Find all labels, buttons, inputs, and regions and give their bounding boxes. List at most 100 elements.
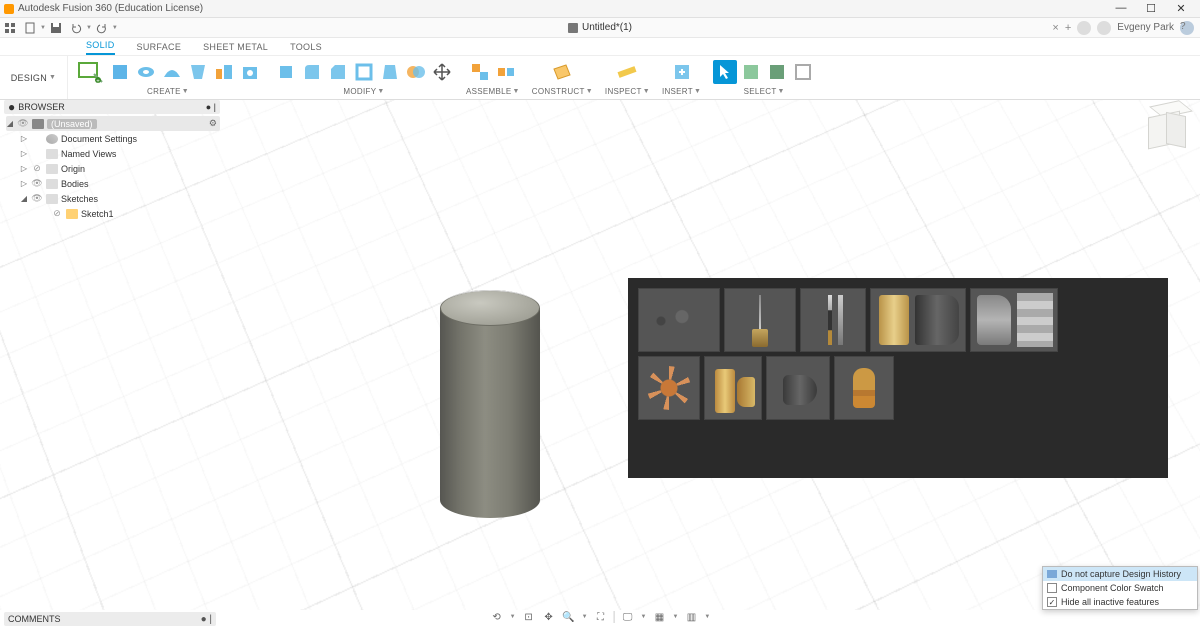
display-settings-icon[interactable]: 🖵 (621, 610, 635, 624)
measure-icon[interactable] (615, 60, 639, 84)
ref-thumb-1[interactable] (638, 288, 720, 352)
comments-pin-icon[interactable]: ● | (201, 614, 212, 625)
ctx-component-color-swatch[interactable]: Component Color Swatch (1043, 581, 1197, 595)
svg-text:+: + (96, 79, 100, 84)
new-component-icon[interactable] (468, 60, 492, 84)
ref-thumb-9[interactable] (834, 356, 894, 420)
tree-root[interactable]: ◢👁 (Unsaved) ⚙ (6, 116, 220, 131)
extensions-icon[interactable] (1077, 21, 1091, 35)
ctx-hide-inactive-features[interactable]: ✓ Hide all inactive features (1043, 595, 1197, 609)
group-create-label: CREATE (147, 87, 181, 96)
fillet-icon[interactable] (300, 60, 324, 84)
browser-pin-icon[interactable]: ● | (206, 102, 216, 112)
extrude-icon[interactable] (108, 60, 132, 84)
fit-icon[interactable]: ⛶ (594, 610, 608, 624)
help-icon[interactable]: ? (1180, 21, 1194, 35)
document-tab[interactable]: Untitled*(1) (568, 22, 632, 33)
select-arrow-icon[interactable] (713, 60, 737, 84)
orbit-icon[interactable]: ⟲ (490, 610, 504, 624)
minimize-button[interactable]: — (1114, 2, 1128, 15)
doc-shield-icon (568, 23, 578, 33)
undo-icon[interactable] (68, 20, 84, 36)
new-tab-icon[interactable]: + (1065, 22, 1071, 34)
cylinder-top-face (440, 290, 540, 326)
move-icon[interactable] (430, 60, 454, 84)
tree-item-bodies[interactable]: ▷👁Bodies (6, 176, 220, 191)
group-create: + CREATE▼ (68, 56, 268, 99)
browser-header[interactable]: ● BROWSER ● | (4, 100, 220, 114)
chamfer-icon[interactable] (326, 60, 350, 84)
loft-icon[interactable] (186, 60, 210, 84)
draft-icon[interactable] (378, 60, 402, 84)
comments-panel-header[interactable]: COMMENTS ● | (4, 612, 216, 626)
ref-thumb-7[interactable] (704, 356, 762, 420)
pan-icon[interactable]: ✥ (542, 610, 556, 624)
tab-tools[interactable]: TOOLS (290, 42, 322, 55)
tab-surface[interactable]: SURFACE (137, 42, 182, 55)
select-freeform-icon[interactable] (765, 60, 789, 84)
grid-settings-icon[interactable]: ▦ (652, 610, 666, 624)
new-sketch-icon[interactable]: + (74, 58, 106, 86)
ref-thumb-5[interactable] (970, 288, 1058, 352)
insert-derive-icon[interactable] (670, 60, 694, 84)
tree-item-sketch1[interactable]: ⊘Sketch1 (6, 206, 220, 221)
comments-label: COMMENTS (8, 614, 61, 624)
view-cube[interactable] (1146, 106, 1186, 146)
look-at-icon[interactable]: ⊡ (522, 610, 536, 624)
job-status-icon[interactable] (1097, 21, 1111, 35)
redo-dropdown-icon[interactable]: ▼ (112, 25, 118, 31)
viewport-layout-icon[interactable]: ▥ (684, 610, 698, 624)
app-title: Autodesk Fusion 360 (Education License) (18, 3, 203, 14)
ribbon-tab-strip: SOLID SURFACE SHEET METAL TOOLS (0, 38, 1200, 56)
file-dropdown-icon[interactable]: ▼ (40, 25, 46, 31)
reference-thumbnails (638, 288, 1098, 420)
revolve-icon[interactable] (134, 60, 158, 84)
browser-panel: ● BROWSER ● | ◢👁 (Unsaved) ⚙ ▷Document S… (4, 100, 220, 221)
ref-thumb-2[interactable] (724, 288, 796, 352)
maximize-button[interactable]: ☐ (1144, 2, 1158, 15)
reference-image-panel[interactable] (628, 278, 1168, 478)
data-panel-icon[interactable] (2, 20, 18, 36)
tree-item-document-settings[interactable]: ▷Document Settings (6, 131, 220, 146)
shell-icon[interactable] (352, 60, 376, 84)
tab-close-icon[interactable]: × (1052, 22, 1058, 34)
tree-item-origin[interactable]: ▷⊘Origin (6, 161, 220, 176)
sweep-icon[interactable] (160, 60, 184, 84)
ctx-do-not-capture-history[interactable]: Do not capture Design History (1043, 567, 1197, 581)
tab-solid[interactable]: SOLID (86, 40, 115, 55)
viewcube-right[interactable] (1166, 112, 1186, 148)
workspace-label: DESIGN (11, 73, 47, 83)
quick-access-toolbar: ▼ ▼ ▼ Untitled*(1) × + Evgeny Park ? (0, 18, 1200, 38)
pressull-icon[interactable] (274, 60, 298, 84)
model-cylinder-body[interactable] (440, 290, 540, 520)
redo-icon[interactable] (94, 20, 110, 36)
undo-dropdown-icon[interactable]: ▼ (86, 25, 92, 31)
browser-tree: ◢👁 (Unsaved) ⚙ ▷Document Settings ▷Named… (4, 114, 220, 221)
ref-thumb-3[interactable] (800, 288, 866, 352)
context-menu: Do not capture Design History Component … (1042, 566, 1198, 610)
ref-thumb-8[interactable] (766, 356, 830, 420)
cylinder-side (440, 308, 540, 518)
close-button[interactable]: ✕ (1174, 2, 1188, 15)
ref-thumb-4[interactable] (870, 288, 966, 352)
tree-item-named-views[interactable]: ▷Named Views (6, 146, 220, 161)
hole-icon[interactable] (238, 60, 262, 84)
plane-icon[interactable] (550, 60, 574, 84)
tree-item-sketches[interactable]: ◢👁Sketches (6, 191, 220, 206)
window-titlebar: Autodesk Fusion 360 (Education License) … (0, 0, 1200, 18)
tab-sheet-metal[interactable]: SHEET METAL (203, 42, 268, 55)
group-select-label: SELECT (744, 87, 777, 96)
zoom-icon[interactable]: 🔍 (562, 610, 576, 624)
select-paint-icon[interactable] (791, 60, 815, 84)
workspace-switcher[interactable]: DESIGN▼ (0, 56, 68, 99)
window-controls: — ☐ ✕ (1114, 2, 1196, 15)
user-name[interactable]: Evgeny Park (1117, 22, 1174, 33)
rib-icon[interactable] (212, 60, 236, 84)
combine-icon[interactable] (404, 60, 428, 84)
ref-thumb-6[interactable] (638, 356, 700, 420)
save-icon[interactable] (48, 20, 64, 36)
file-menu-icon[interactable] (22, 20, 38, 36)
select-window-icon[interactable] (739, 60, 763, 84)
joint-icon[interactable] (494, 60, 518, 84)
group-insert-label: INSERT (662, 87, 693, 96)
